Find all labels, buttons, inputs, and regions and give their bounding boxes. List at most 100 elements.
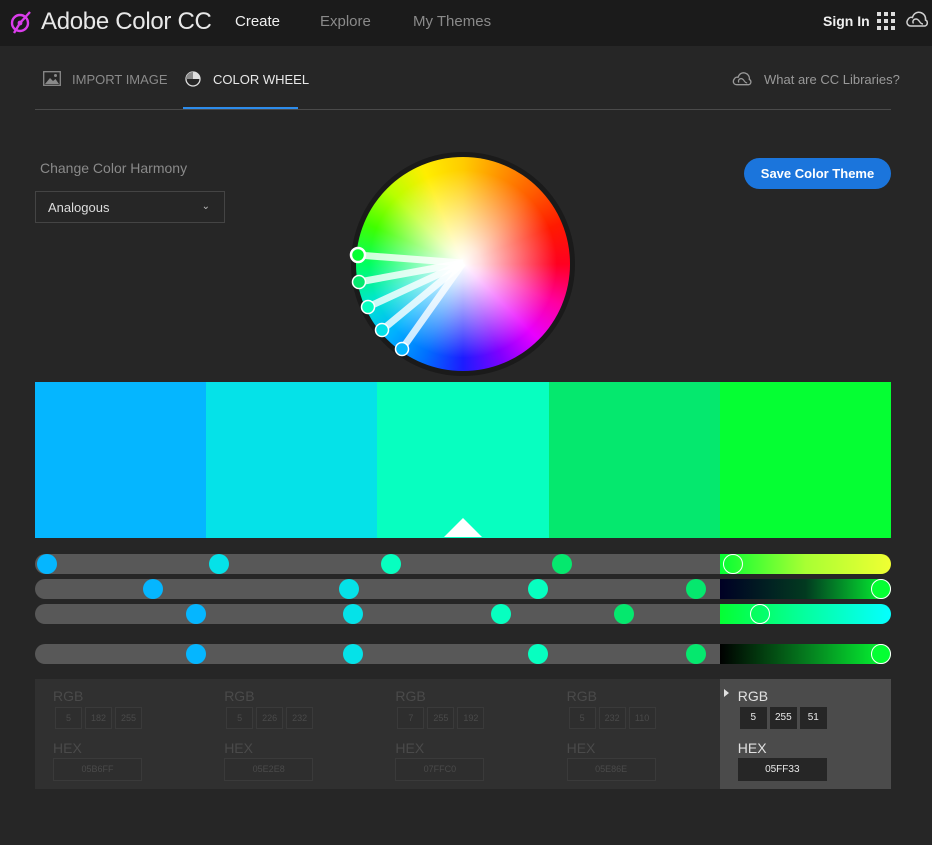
slider-knob[interactable] (381, 554, 401, 574)
slider-knob[interactable] (528, 644, 548, 664)
top-nav-bar: Adobe Color CC Create Explore My Themes … (0, 0, 932, 46)
slider-track[interactable] (35, 579, 720, 599)
hex-label: HEX (566, 740, 596, 756)
blue-input[interactable]: 192 (457, 707, 485, 729)
slider-knob-selected[interactable] (723, 554, 743, 574)
hex-input[interactable]: 05B6FF (53, 758, 142, 781)
nav-my-themes[interactable]: My Themes (413, 13, 491, 30)
hex-input[interactable]: 05E86E (566, 758, 656, 781)
slider-knob[interactable] (339, 579, 359, 599)
rgb-label: RGB (566, 688, 597, 704)
rgb-label: RGB (395, 688, 426, 704)
tab-color-wheel[interactable]: COLOR WHEEL (185, 62, 309, 109)
slider-knob[interactable] (614, 604, 634, 624)
green-input[interactable]: 255 (769, 707, 797, 729)
slider-knob[interactable] (209, 554, 229, 574)
hex-label: HEX (224, 740, 253, 756)
slider-active-track[interactable] (720, 644, 891, 664)
wheel-handle[interactable] (394, 341, 410, 357)
slider-track[interactable] (35, 554, 720, 574)
hex-label: HEX (395, 740, 425, 756)
color-swatches (35, 382, 892, 538)
red-input[interactable]: 5 (568, 707, 596, 729)
adobe-color-logo-icon[interactable] (8, 9, 34, 35)
wheel-handle[interactable] (349, 246, 367, 264)
blue-input[interactable]: 255 (115, 707, 142, 729)
green-input[interactable]: 232 (598, 707, 626, 729)
save-color-theme-button[interactable]: Save Color Theme (744, 158, 891, 189)
slider-knob[interactable] (491, 604, 511, 624)
slider-active-track[interactable] (720, 604, 891, 624)
slider-knob[interactable] (686, 644, 706, 664)
apps-grid-icon[interactable] (877, 12, 895, 30)
red-input[interactable]: 5 (739, 707, 767, 729)
red-input[interactable]: 5 (55, 707, 82, 729)
slider-knob[interactable] (186, 604, 206, 624)
rgb-label: RGB (53, 688, 84, 704)
nav-explore[interactable]: Explore (320, 13, 371, 30)
color-value-column[interactable]: RGB 5 226 232 HEX 05E2E8 (206, 679, 377, 789)
color-wheel-icon (185, 71, 201, 87)
slider-knob[interactable] (528, 579, 548, 599)
tab-import-image-label: IMPORT IMAGE (72, 72, 168, 87)
blue-input[interactable]: 232 (286, 707, 314, 729)
red-input[interactable]: 5 (226, 707, 254, 729)
slider-knob[interactable] (343, 644, 363, 664)
red-input[interactable]: 7 (397, 707, 425, 729)
green-input[interactable]: 182 (85, 707, 112, 729)
slider-active-track[interactable] (720, 579, 891, 599)
rgb-label: RGB (224, 688, 255, 704)
slider-knob-selected[interactable] (750, 604, 770, 624)
slider-knob-selected[interactable] (871, 579, 891, 599)
color-value-column[interactable]: RGB 7 255 192 HEX 07FFC0 (377, 679, 548, 789)
slider-knob[interactable] (343, 604, 363, 624)
tabs-divider (35, 109, 891, 110)
color-swatch[interactable] (206, 382, 378, 538)
color-value-column[interactable]: RGB 5 232 110 HEX 05E86E (549, 679, 720, 789)
slider-knob[interactable] (143, 579, 163, 599)
color-swatch[interactable] (719, 382, 892, 538)
color-value-column[interactable]: RGB 5 255 51 HEX 05FF33 (719, 679, 891, 789)
hex-input[interactable]: 05FF33 (737, 758, 827, 781)
wheel-handle[interactable] (374, 322, 390, 338)
color-swatch[interactable] (35, 382, 207, 538)
creative-cloud-icon[interactable] (905, 9, 929, 31)
cc-libraries-link[interactable]: What are CC Libraries? (731, 70, 900, 94)
hex-input[interactable]: 05E2E8 (224, 758, 314, 781)
creative-cloud-icon (732, 72, 752, 86)
hex-label: HEX (737, 740, 767, 756)
slider-active-track[interactable] (720, 554, 891, 574)
wheel-handle[interactable] (360, 299, 376, 315)
slider-track[interactable] (35, 644, 720, 664)
slider-knob-selected[interactable] (871, 644, 891, 664)
harmony-label: Change Color Harmony (40, 160, 188, 176)
app-title[interactable]: Adobe Color CC (41, 8, 212, 36)
wheel-handles (349, 246, 466, 357)
slider-knob[interactable] (37, 554, 57, 574)
blue-input[interactable]: 51 (799, 707, 827, 729)
color-swatch[interactable] (377, 382, 549, 538)
slider-knob[interactable] (552, 554, 572, 574)
harmony-dropdown[interactable]: Analogous ⌄ (35, 191, 225, 223)
wheel-handle[interactable] (351, 274, 367, 290)
slider-knob[interactable] (686, 579, 706, 599)
color-value-column[interactable]: RGB 5 182 255 HEX 05B6FF (35, 679, 206, 789)
green-input[interactable]: 226 (256, 707, 284, 729)
cc-libraries-label: What are CC Libraries? (764, 72, 900, 87)
blue-input[interactable]: 110 (628, 707, 656, 729)
selected-caret-icon (723, 689, 729, 697)
hex-input[interactable]: 07FFC0 (395, 758, 485, 781)
color-swatch[interactable] (548, 382, 720, 538)
nav-create[interactable]: Create (235, 13, 280, 30)
tab-color-wheel-label: COLOR WHEEL (213, 72, 310, 87)
sign-in-link[interactable]: Sign In (823, 13, 870, 29)
slider-knob[interactable] (186, 644, 206, 664)
tab-import-image[interactable]: IMPORT IMAGE (43, 62, 173, 109)
chevron-down-icon: ⌄ (201, 201, 210, 212)
base-color-marker (444, 518, 482, 537)
image-icon (43, 71, 61, 86)
green-input[interactable]: 255 (427, 707, 455, 729)
rgb-label: RGB (737, 688, 769, 704)
wheel-ray (357, 251, 464, 267)
harmony-selected-value: Analogous (48, 200, 110, 215)
